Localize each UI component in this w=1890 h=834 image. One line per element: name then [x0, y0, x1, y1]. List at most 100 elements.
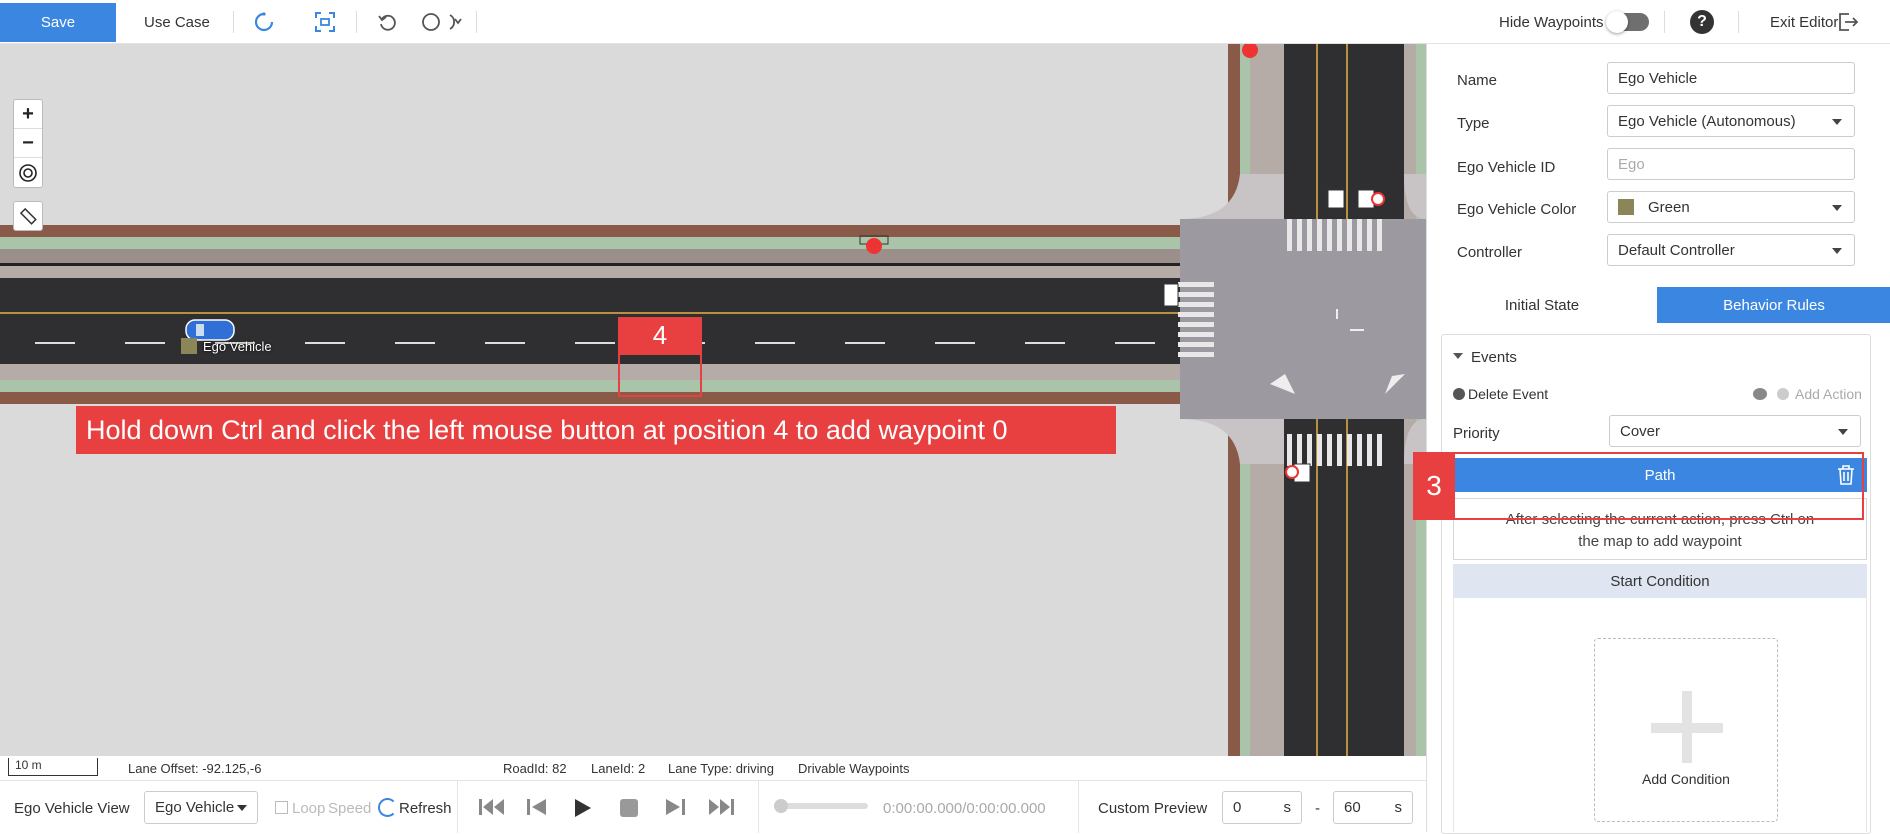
plus-circle-icon[interactable]	[1777, 388, 1789, 400]
name-value: Ego Vehicle	[1618, 69, 1698, 87]
ruler-icon[interactable]	[13, 201, 43, 231]
use-case-button[interactable]: Use Case	[144, 14, 210, 31]
color-value: Green	[1648, 198, 1690, 216]
type-select[interactable]: Ego Vehicle (Autonomous)	[1607, 105, 1855, 137]
ego-id-label: Ego Vehicle ID	[1457, 159, 1556, 176]
refresh-button[interactable]: Refresh	[399, 800, 452, 817]
chevron-down-icon	[1838, 429, 1848, 435]
controller-label: Controller	[1457, 244, 1523, 261]
top-toolbar: Save Use Case Hide Waypoints ? Exit Edit…	[0, 0, 1890, 44]
step-back-icon[interactable]	[526, 798, 548, 816]
ego-id-placeholder: Ego	[1618, 155, 1645, 173]
stop-icon[interactable]	[619, 798, 639, 818]
tab-initial-state[interactable]: Initial State	[1427, 287, 1657, 323]
time-readout: 0:00:00.000/0:00:00.000	[883, 800, 1046, 817]
collapse-icon[interactable]	[1453, 353, 1463, 359]
drivable-waypoints: Drivable Waypoints	[798, 761, 910, 776]
priority-value: Cover	[1620, 422, 1661, 440]
minus-circle-icon[interactable]	[1453, 388, 1465, 400]
panel-tabs: Initial State Behavior Rules	[1427, 287, 1890, 323]
view-select-value: Ego Vehicle	[155, 799, 235, 816]
plus-icon-stem	[1682, 691, 1692, 763]
path-label: Path	[1644, 466, 1676, 484]
zoom-controls: + −	[13, 99, 43, 188]
hide-waypoints-toggle[interactable]	[1606, 11, 1649, 33]
divider	[457, 781, 458, 833]
lane-id: LaneId: 2	[591, 761, 646, 776]
timeline-handle[interactable]	[774, 799, 788, 813]
preview-start-input[interactable]: 0 s	[1222, 791, 1302, 824]
divider	[1078, 781, 1079, 833]
toolbar-divider	[1738, 11, 1739, 33]
priority-select[interactable]: Cover	[1609, 415, 1861, 447]
color-swatch	[1618, 199, 1634, 215]
undo-icon[interactable]	[376, 10, 400, 34]
tab-behavior-rules[interactable]: Behavior Rules	[1657, 287, 1890, 323]
path-instruction: After selecting the current action, pres…	[1453, 498, 1867, 560]
loop-checkbox[interactable]	[275, 801, 288, 814]
add-condition-button[interactable]: Add Condition	[1594, 638, 1778, 822]
waypoint-target-box[interactable]	[618, 353, 702, 397]
loading-icon[interactable]	[252, 10, 276, 34]
loop-label: Loop	[292, 800, 326, 817]
ego-vehicle-map-label: Ego Vehicle	[181, 338, 272, 354]
scale-bar: 10 m	[8, 758, 98, 776]
ego-vehicle-car[interactable]	[185, 319, 235, 341]
delete-event-button[interactable]: Delete Event	[1468, 386, 1548, 402]
path-action-header[interactable]: Path	[1453, 458, 1867, 492]
priority-label: Priority	[1453, 425, 1500, 442]
help-icon[interactable]: ?	[1690, 10, 1714, 34]
color-label: Ego Vehicle Color	[1457, 201, 1577, 218]
chevron-down-icon	[237, 804, 247, 811]
speed-label: Speed	[328, 800, 372, 817]
zoom-in-button[interactable]: +	[14, 100, 42, 129]
color-select[interactable]: Green	[1607, 191, 1855, 223]
controller-select[interactable]: Default Controller	[1607, 234, 1855, 266]
chevron-down-icon	[1832, 205, 1842, 211]
redo-icon[interactable]	[420, 10, 462, 34]
preview-end-value: 60	[1344, 799, 1361, 816]
skip-last-icon[interactable]	[707, 798, 735, 816]
controller-value: Default Controller	[1618, 241, 1735, 259]
exit-editor-button[interactable]: Exit Editor	[1770, 14, 1838, 31]
preview-start-unit: s	[1283, 799, 1292, 816]
toolbar-divider	[356, 11, 357, 33]
ego-label-text: Ego Vehicle	[203, 338, 272, 354]
preview-start-value: 0	[1233, 799, 1242, 816]
view-label: Ego Vehicle View	[14, 800, 130, 817]
start-condition-header: Start Condition	[1453, 564, 1867, 598]
visibility-icon[interactable]	[1753, 388, 1767, 400]
road-network	[0, 44, 1426, 756]
exit-icon[interactable]	[1836, 10, 1860, 34]
ego-id-input[interactable]: Ego	[1607, 148, 1855, 180]
chevron-down-icon	[1832, 248, 1842, 254]
lane-type: Lane Type: driving	[668, 761, 774, 776]
play-icon[interactable]	[572, 798, 592, 818]
save-button[interactable]: Save	[0, 3, 116, 42]
custom-preview-label: Custom Preview	[1098, 800, 1208, 817]
instruction-banner: Hold down Ctrl and click the left mouse …	[76, 406, 1116, 454]
trash-icon[interactable]	[1837, 465, 1855, 485]
timeline-slider[interactable]	[774, 799, 868, 813]
add-condition-label: Add Condition	[1642, 771, 1730, 787]
zoom-out-button[interactable]: −	[14, 129, 42, 158]
chevron-down-icon	[1832, 119, 1842, 125]
road-id: RoadId: 82	[503, 761, 567, 776]
view-select[interactable]: Ego Vehicle	[144, 791, 258, 824]
skip-first-icon[interactable]	[478, 798, 506, 816]
map-canvas[interactable]: + − Ego Vehicle 4 Hold down Ctrl and cli…	[0, 44, 1426, 756]
name-input[interactable]: Ego Vehicle	[1607, 62, 1855, 94]
add-action-button[interactable]: Add Action	[1795, 386, 1862, 402]
hide-waypoints-label: Hide Waypoints	[1499, 14, 1604, 31]
events-label: Events	[1471, 349, 1517, 366]
divider	[758, 781, 759, 833]
fit-view-icon[interactable]	[313, 10, 337, 34]
refresh-icon[interactable]	[378, 798, 397, 817]
preview-end-input[interactable]: 60 s	[1333, 791, 1413, 824]
type-value: Ego Vehicle (Autonomous)	[1618, 112, 1796, 130]
playback-bar: Ego Vehicle View Ego Vehicle Loop Speed …	[0, 780, 1426, 833]
ego-color-swatch	[181, 338, 197, 354]
step-forward-icon[interactable]	[664, 798, 686, 816]
step-marker-3: 3	[1413, 452, 1455, 520]
locate-icon[interactable]	[14, 158, 42, 187]
